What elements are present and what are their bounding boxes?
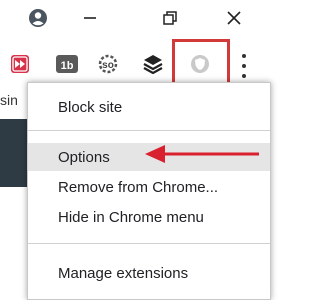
so-extension[interactable]: so bbox=[96, 52, 120, 76]
three-dots-vertical-icon bbox=[242, 54, 246, 58]
menu-item-label: Hide in Chrome menu bbox=[58, 208, 204, 226]
menu-item-label: Manage extensions bbox=[58, 264, 189, 282]
close-window-icon bbox=[227, 11, 241, 25]
red-ff-extension[interactable] bbox=[8, 52, 32, 76]
menu-item-label: Options bbox=[58, 148, 110, 166]
restore-button[interactable] bbox=[146, 0, 194, 36]
menu-divider bbox=[28, 130, 270, 131]
1b-extension[interactable]: 1b bbox=[55, 52, 79, 76]
annotation-arrow-icon bbox=[145, 145, 259, 163]
title-bar bbox=[0, 0, 270, 36]
chrome-menu-button[interactable] bbox=[238, 54, 250, 78]
profile-button[interactable] bbox=[14, 0, 62, 36]
background-page-text: sin bbox=[0, 92, 18, 108]
layers-extension[interactable] bbox=[141, 52, 165, 76]
menu-item-hide-in-chrome-menu[interactable]: Hide in Chrome menu bbox=[28, 203, 270, 231]
svg-text:so: so bbox=[102, 60, 114, 71]
1b-badge-icon: 1b bbox=[56, 55, 78, 73]
menu-item-block-site[interactable]: Block site bbox=[28, 93, 270, 121]
restore-window-icon bbox=[163, 11, 177, 25]
minimize-icon bbox=[84, 17, 96, 19]
menu-item-label: Remove from Chrome... bbox=[58, 178, 219, 196]
fast-forward-badge-icon bbox=[11, 55, 29, 73]
menu-item-remove-from-chrome[interactable]: Remove from Chrome... bbox=[28, 173, 270, 201]
svg-text:1b: 1b bbox=[61, 60, 74, 72]
minimize-button[interactable] bbox=[66, 0, 114, 36]
close-button[interactable] bbox=[210, 0, 258, 36]
menu-item-manage-extensions[interactable]: Manage extensions bbox=[28, 259, 270, 287]
menu-divider bbox=[28, 243, 270, 244]
account-circle-icon bbox=[29, 9, 47, 27]
gear-so-icon: so bbox=[98, 54, 118, 74]
layers-icon bbox=[143, 55, 163, 74]
menu-item-label: Block site bbox=[58, 98, 123, 116]
extension-context-menu: Block site Options Remove from Chrome...… bbox=[27, 82, 271, 300]
